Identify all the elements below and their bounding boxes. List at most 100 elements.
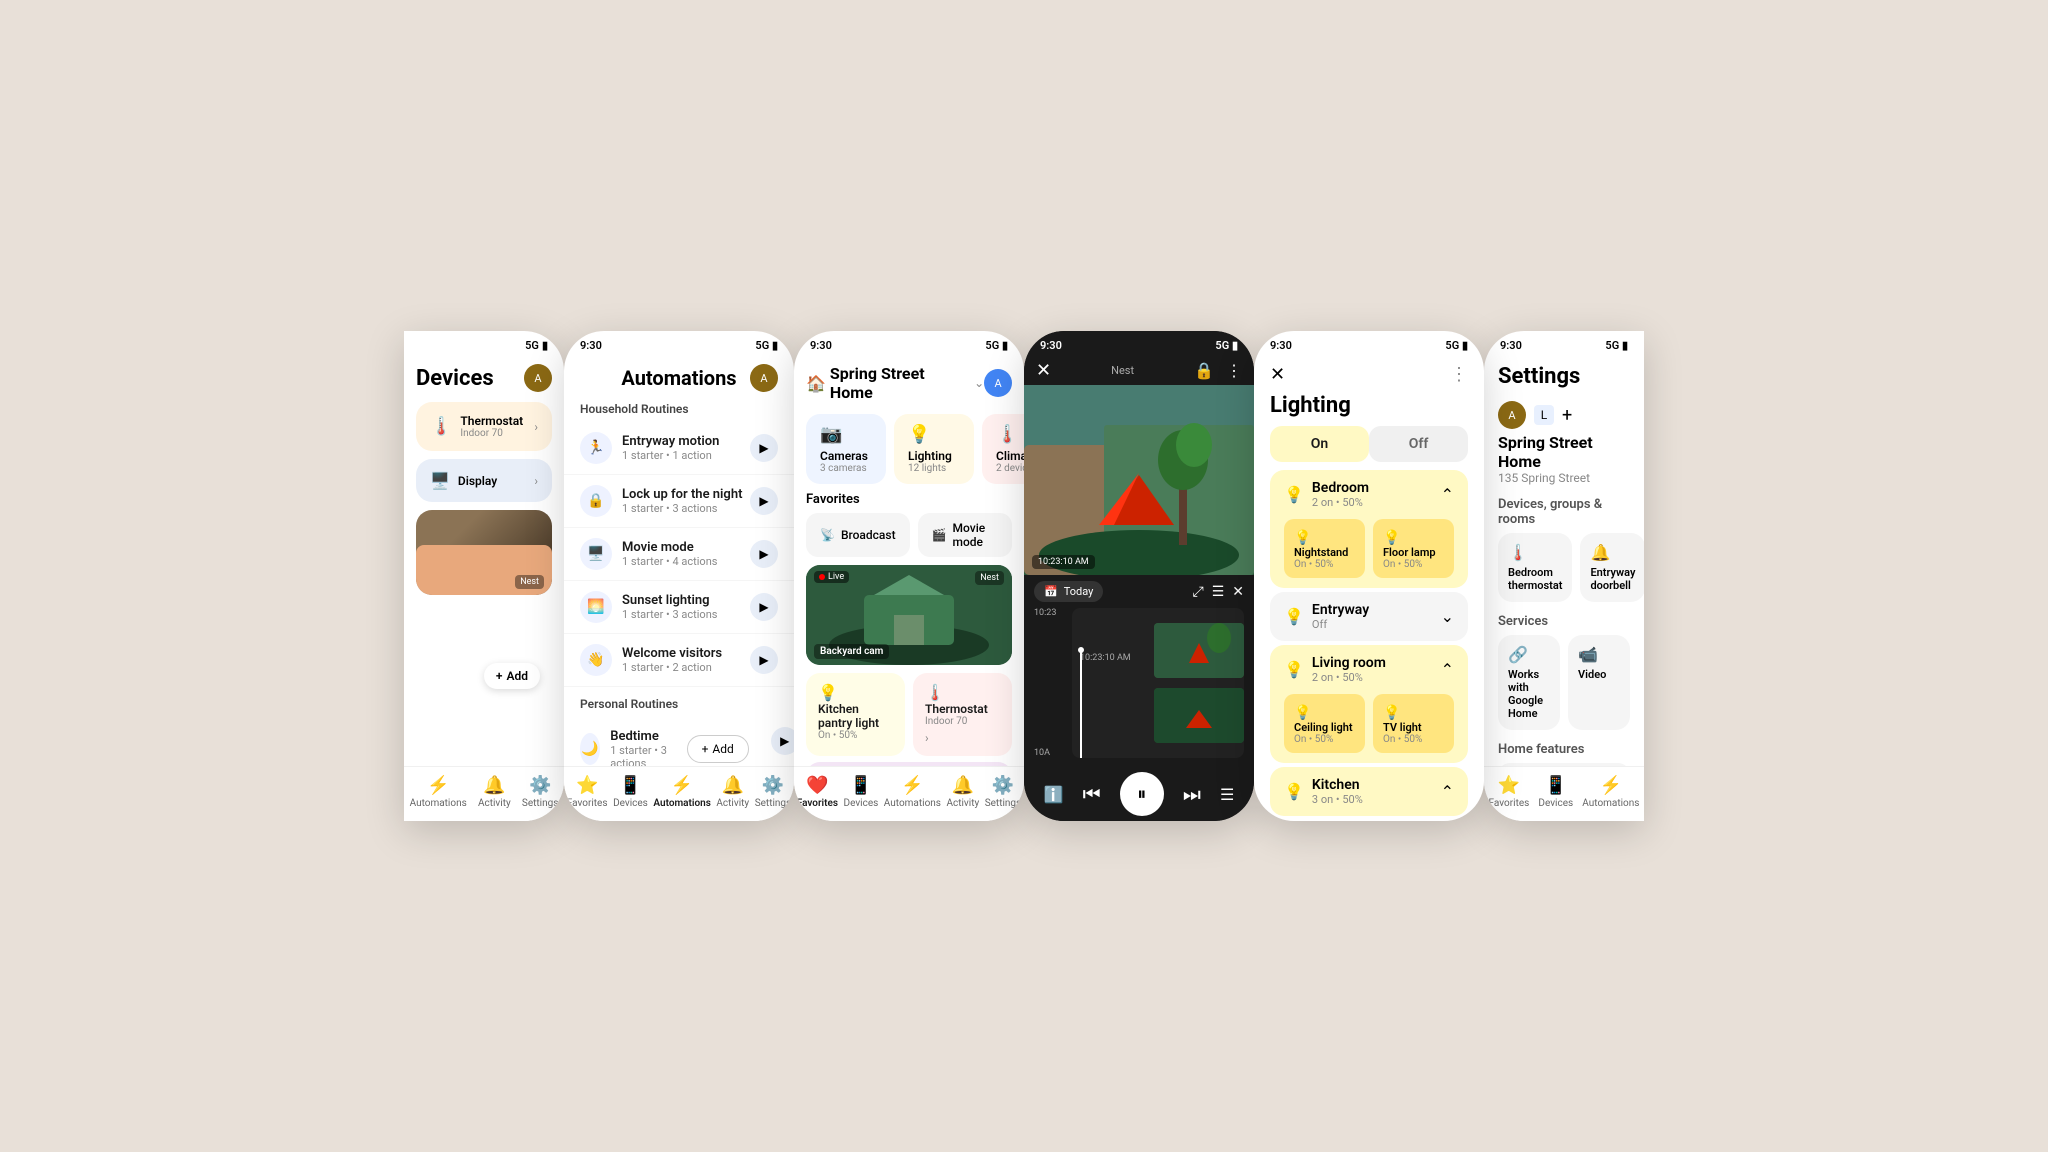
close-icon-4[interactable]: ✕ bbox=[1036, 360, 1051, 381]
nav-settings-1[interactable]: ⚙️ Settings bbox=[522, 775, 559, 809]
routine-icon-movie: 🖥️ bbox=[580, 538, 612, 570]
home-title[interactable]: Spring Street Home bbox=[830, 364, 970, 402]
play-btn-sunset[interactable]: ▶ bbox=[750, 593, 778, 621]
expand-icon[interactable]: ⤢ bbox=[1193, 584, 1204, 600]
bedroom-lights: 💡 Nightstand On • 50% 💡 Floor lamp On • … bbox=[1270, 519, 1468, 588]
nav-settings-3[interactable]: ⚙️ Settings bbox=[985, 775, 1022, 809]
settings-icon-1: ⚙️ bbox=[529, 775, 551, 796]
entryway-header[interactable]: 💡 Entryway Off ⌄ bbox=[1270, 592, 1468, 641]
today-pill[interactable]: 📅 Today bbox=[1034, 581, 1103, 602]
close-icon-5[interactable]: ✕ bbox=[1270, 364, 1285, 385]
kitchen-light-card[interactable]: 💡 Kitchen pantry light On • 50% bbox=[806, 673, 905, 756]
nav-automations-6[interactable]: ⚡ Automations bbox=[1582, 775, 1639, 809]
nav-settings-2[interactable]: ⚙️ Settings bbox=[755, 775, 792, 809]
automations-icon-2: ⚡ bbox=[671, 775, 693, 796]
bedroom-info: Bedroom 2 on • 50% bbox=[1304, 480, 1441, 509]
category-climate[interactable]: 🌡️ Climate 2 devices bbox=[982, 414, 1024, 484]
list-icon[interactable]: ☰ bbox=[1212, 584, 1225, 600]
bedroom-thermostat-icon: 🌡️ bbox=[1508, 543, 1528, 562]
routine-movie[interactable]: 🖥️ Movie mode 1 starter • 4 actions ▶ bbox=[564, 528, 794, 581]
nav-automations-2[interactable]: ⚡ Automations bbox=[653, 775, 711, 809]
nav-devices-2[interactable]: 📱 Devices bbox=[613, 775, 648, 809]
p6-home-name: Spring Street Home bbox=[1498, 433, 1630, 471]
play-btn-lock[interactable]: ▶ bbox=[750, 487, 778, 515]
nav-activity-2[interactable]: 🔔 Activity bbox=[716, 775, 749, 809]
phones-container: 5G ▮ Devices A 🌡️ Thermostat Indoor 70 › bbox=[384, 291, 1664, 861]
video-service[interactable]: 📹 Video bbox=[1568, 635, 1630, 730]
ceiling-light[interactable]: 💡 Ceiling light On • 50% bbox=[1284, 694, 1365, 753]
play-btn-welcome[interactable]: ▶ bbox=[750, 646, 778, 674]
dots-icon-5[interactable]: ⋮ bbox=[1450, 364, 1468, 385]
nav-automations-3[interactable]: ⚡ Automations bbox=[884, 775, 941, 809]
routine-entryway[interactable]: 🏃 Entryway motion 1 starter • 1 action ▶ bbox=[564, 422, 794, 475]
cam-live-badge: Live bbox=[814, 571, 849, 583]
cam-nest-id: Nest bbox=[1111, 364, 1134, 377]
nightstand-light[interactable]: 💡 Nightstand On • 50% bbox=[1284, 519, 1365, 578]
bottom-nav-1: ⚡ Automations 🔔 Activity ⚙️ Settings bbox=[404, 766, 564, 821]
couch-preview: Nest bbox=[416, 510, 552, 595]
routine-sunset[interactable]: 🌅 Sunset lighting 1 starter • 3 actions … bbox=[564, 581, 794, 634]
living-room: 💡 Living room 2 on • 50% ⌃ 💡 Ceiling lig… bbox=[1270, 645, 1468, 763]
close-timeline-icon[interactable]: ✕ bbox=[1232, 584, 1244, 600]
entryway-chevron[interactable]: ⌄ bbox=[1441, 607, 1454, 626]
google-home-name: Works with Google Home bbox=[1508, 668, 1550, 720]
timeline-scrubber[interactable] bbox=[1080, 650, 1082, 758]
broadcast-icon: 📡 bbox=[820, 528, 835, 542]
routine-lock[interactable]: 🔒 Lock up for the night 1 starter • 3 ac… bbox=[564, 475, 794, 528]
menu-icon[interactable]: ☰ bbox=[1220, 785, 1234, 804]
living-room-chevron[interactable]: ⌃ bbox=[1441, 660, 1454, 679]
nav-devices-3[interactable]: 📱 Devices bbox=[844, 775, 879, 809]
nav-favorites-6[interactable]: ⭐ Favorites bbox=[1489, 775, 1530, 809]
bedroom-chevron[interactable]: ⌃ bbox=[1441, 485, 1454, 504]
lock-icon-4[interactable]: 🔒 bbox=[1194, 361, 1214, 380]
p6-services-grid: 🔗 Works with Google Home 📹 Video bbox=[1498, 635, 1630, 730]
bedroom-header[interactable]: 💡 Bedroom 2 on • 50% ⌃ bbox=[1270, 470, 1468, 519]
category-cameras[interactable]: 📷 Cameras 3 cameras bbox=[806, 414, 886, 484]
broadcast-btn[interactable]: 📡 Broadcast bbox=[806, 513, 910, 557]
movie-mode-btn[interactable]: 🎬 Movie mode bbox=[918, 513, 1012, 557]
entryway-doorbell-card[interactable]: 🔔 Entryway doorbell bbox=[1580, 533, 1644, 602]
prev-icon[interactable]: ⏮ bbox=[1083, 782, 1101, 806]
kitchen-chevron[interactable]: ⌃ bbox=[1441, 782, 1454, 801]
living-room-header[interactable]: 💡 Living room 2 on • 50% ⌃ bbox=[1270, 645, 1468, 694]
floor-lamp-light[interactable]: 💡 Floor lamp On • 50% bbox=[1373, 519, 1454, 578]
camera-preview[interactable]: Live Backyard cam Nest bbox=[806, 565, 1012, 665]
thermostat-card-3[interactable]: 🌡️ Thermostat Indoor 70 › bbox=[913, 673, 1012, 756]
routine-welcome[interactable]: 👋 Welcome visitors 1 starter • 2 action … bbox=[564, 634, 794, 687]
p6-devices-grid: 🌡️ Bedroom thermostat 🔔 Entryway doorbel… bbox=[1498, 533, 1630, 602]
favorites-section: Favorites 📡 Broadcast 🎬 Movie mode bbox=[794, 488, 1024, 557]
nav-automations-1[interactable]: ⚡ Automations bbox=[410, 775, 467, 809]
pause-btn[interactable]: ⏸ bbox=[1120, 772, 1164, 816]
toggle-on-btn[interactable]: On bbox=[1270, 426, 1369, 462]
activity-icon-1: 🔔 bbox=[483, 775, 505, 796]
play-btn-movie[interactable]: ▶ bbox=[750, 540, 778, 568]
toggle-off-btn[interactable]: Off bbox=[1369, 426, 1468, 462]
dots-icon-4[interactable]: ⋮ bbox=[1226, 361, 1242, 380]
bedroom-thermostat-card[interactable]: 🌡️ Bedroom thermostat bbox=[1498, 533, 1572, 602]
timeline-main[interactable]: 10:23:10 AM bbox=[1072, 608, 1244, 758]
nav-devices-6[interactable]: 📱 Devices bbox=[1538, 775, 1573, 809]
add-button[interactable]: + Add bbox=[484, 663, 540, 689]
kitchen-header[interactable]: 💡 Kitchen 3 on • 50% ⌃ bbox=[1270, 767, 1468, 816]
tv-light[interactable]: 💡 TV light On • 50% bbox=[1373, 694, 1454, 753]
display-card[interactable]: 🖥️ Display › bbox=[416, 459, 552, 502]
add-routine-btn[interactable]: + Add bbox=[687, 735, 749, 763]
bottom-nav-3: ❤️ Favorites 📱 Devices ⚡ Automations 🔔 A… bbox=[794, 766, 1024, 821]
status-bar-4: 9:30 5G ▮ bbox=[1024, 331, 1254, 356]
routine-left-bedtime: 🌙 Bedtime 1 starter • 3 actions bbox=[580, 729, 671, 770]
info-icon[interactable]: ℹ️ bbox=[1044, 785, 1064, 804]
play-btn-bedtime[interactable]: ▶ bbox=[771, 727, 794, 755]
nav-favorites-3[interactable]: ❤️ Favorites bbox=[797, 775, 838, 809]
nav-activity-3[interactable]: 🔔 Activity bbox=[946, 775, 979, 809]
tv-light-icon: 💡 bbox=[1383, 705, 1400, 721]
google-home-service[interactable]: 🔗 Works with Google Home bbox=[1498, 635, 1560, 730]
fav-label-3: Favorites bbox=[797, 798, 838, 809]
nav-activity-1[interactable]: 🔔 Activity bbox=[478, 775, 511, 809]
thermostat-card[interactable]: 🌡️ Thermostat Indoor 70 › bbox=[416, 402, 552, 451]
nav-favorites-2[interactable]: ⭐ Favorites bbox=[567, 775, 608, 809]
next-icon[interactable]: ⏭ bbox=[1183, 782, 1201, 806]
play-btn-entryway[interactable]: ▶ bbox=[750, 434, 778, 462]
category-lighting[interactable]: 💡 Lighting 12 lights bbox=[894, 414, 974, 484]
lighting-name: Lighting bbox=[908, 449, 960, 463]
p6-add-icon[interactable]: + bbox=[1562, 405, 1572, 426]
